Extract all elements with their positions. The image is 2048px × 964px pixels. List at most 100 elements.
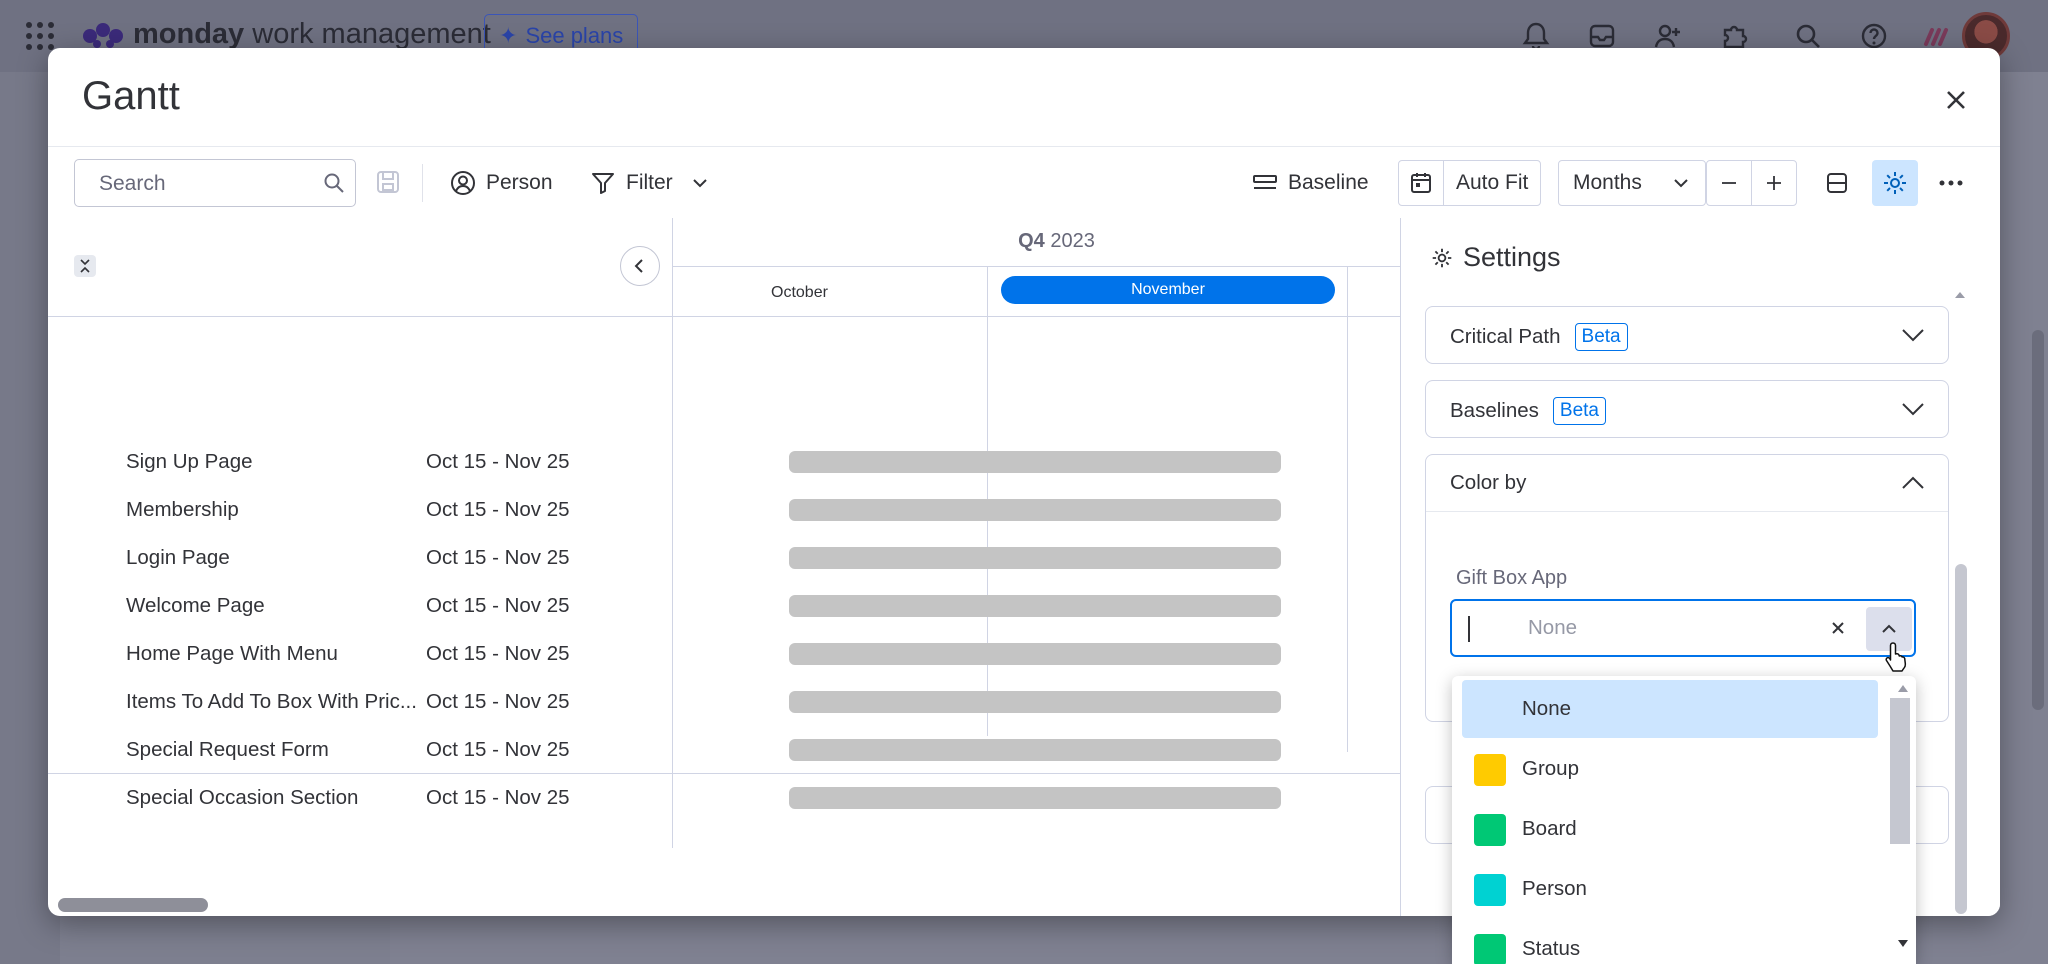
person-filter-button[interactable]: Person <box>442 160 561 206</box>
zoom-in-button[interactable] <box>1751 160 1797 206</box>
split-view-icon <box>1827 173 1847 193</box>
task-row[interactable]: Login Page Oct 15 - Nov 25 <box>126 540 672 576</box>
auto-fit-button[interactable]: Auto Fit <box>1443 160 1542 206</box>
clear-icon[interactable] <box>1826 616 1850 640</box>
filter-button[interactable]: Filter <box>582 160 719 206</box>
task-row[interactable]: Membership Oct 15 - Nov 25 <box>126 492 672 528</box>
settings-button[interactable] <box>1872 160 1918 206</box>
chevron-left-icon <box>634 259 643 273</box>
month-gridline <box>987 316 988 736</box>
baseline-icon <box>1253 175 1277 189</box>
task-bar[interactable] <box>789 739 1281 761</box>
chevron-up-icon[interactable] <box>1900 475 1926 491</box>
collapse-list-button[interactable] <box>620 246 660 286</box>
task-dates: Oct 15 - Nov 25 <box>426 690 570 713</box>
horizontal-scrollbar[interactable] <box>58 898 208 912</box>
filter-icon <box>592 173 614 194</box>
option-none[interactable]: None <box>1462 680 1878 738</box>
scroll-up-arrow-icon[interactable] <box>1896 682 1910 694</box>
task-bar[interactable] <box>789 451 1281 473</box>
collapse-icon <box>80 259 90 273</box>
color-swatch <box>1474 934 1506 964</box>
task-row[interactable]: Special Request Form Oct 15 - Nov 25 <box>126 732 672 768</box>
more-options-button[interactable] <box>1928 160 1974 206</box>
task-row[interactable]: Welcome Page Oct 15 - Nov 25 <box>126 588 672 624</box>
timescale-select[interactable]: Months <box>1558 160 1706 206</box>
collapse-all-button[interactable] <box>74 255 96 277</box>
sparkle-icon: ✦ <box>499 23 518 48</box>
board-name-label: Gift Box App <box>1456 567 1568 589</box>
month-separator <box>1347 266 1348 316</box>
critical-path-accordion[interactable]: Critical Path Beta <box>1425 306 1949 364</box>
task-name: Home Page With Menu <box>126 642 338 665</box>
chevron-down-icon <box>1902 403 1924 416</box>
task-name: Membership <box>126 498 239 521</box>
chevron-down-icon <box>1902 329 1924 342</box>
month-separator <box>987 266 988 316</box>
task-bar[interactable] <box>789 595 1281 617</box>
baselines-accordion[interactable]: Baselines Beta <box>1425 380 1949 438</box>
task-dates: Oct 15 - Nov 25 <box>426 642 570 665</box>
color-by-select[interactable]: None <box>1450 599 1916 657</box>
save-view-icon[interactable] <box>376 170 400 194</box>
search-input[interactable] <box>99 170 309 198</box>
chevron-down-icon <box>692 179 707 188</box>
current-month-pill: November <box>1001 276 1335 304</box>
gantt-timeline: Q4 2023 October November <box>673 218 1400 809</box>
task-row[interactable]: Sign Up Page Oct 15 - Nov 25 <box>126 444 672 480</box>
chevron-down-icon <box>1674 179 1688 188</box>
task-list-pane: Sign Up Page Oct 15 - Nov 25 Membership Oc… <box>48 218 1408 822</box>
color-swatch <box>1474 754 1506 786</box>
month-header-divider <box>673 266 1400 267</box>
chevron-up-icon <box>1882 624 1896 633</box>
task-dates: Oct 15 - Nov 25 <box>426 546 570 569</box>
color-swatch <box>1474 874 1506 906</box>
apps-grid-icon[interactable] <box>26 22 54 50</box>
close-icon[interactable] <box>1936 80 1976 120</box>
settings-scrollbar-thumb[interactable] <box>1955 564 1967 914</box>
brand-name: monday work management <box>133 18 491 50</box>
option-board[interactable]: Board <box>1462 800 1878 858</box>
layout-toggle-button[interactable] <box>1814 160 1860 206</box>
option-group[interactable]: Group <box>1462 740 1878 798</box>
monday-logo-icon <box>83 23 123 48</box>
search-icon <box>324 173 344 193</box>
month-label: October <box>771 284 828 301</box>
beta-badge: Beta <box>1552 397 1606 425</box>
task-bar[interactable] <box>789 787 1281 809</box>
month-gridline <box>1347 316 1348 752</box>
gear-icon <box>1432 248 1452 267</box>
task-row[interactable]: Special Occasion Section Oct 15 - Nov 25 <box>126 780 672 816</box>
task-row[interactable]: Items To Add To Box With Pric... Oct 15 -… <box>126 684 672 720</box>
task-dates: Oct 15 - Nov 25 <box>426 786 570 809</box>
hand-cursor-icon <box>1885 642 1907 672</box>
task-name: Special Occasion Section <box>126 786 359 809</box>
task-dates: Oct 15 - Nov 25 <box>426 498 570 521</box>
color-by-dropdown: None Group Board Person Status <box>1452 676 1916 964</box>
modal-title: Gantt <box>82 74 180 118</box>
today-button[interactable] <box>1398 160 1444 206</box>
option-person[interactable]: Person <box>1462 860 1878 918</box>
task-name: Special Request Form <box>126 738 329 761</box>
option-status[interactable]: Status <box>1462 920 1878 964</box>
page-scrollbar[interactable] <box>2032 330 2044 710</box>
task-name: Sign Up Page <box>126 450 253 473</box>
task-bar[interactable] <box>789 499 1281 521</box>
task-dates: Oct 15 - Nov 25 <box>426 450 570 473</box>
zoom-out-button[interactable] <box>1706 160 1752 206</box>
task-name: Login Page <box>126 546 230 569</box>
task-row[interactable]: Home Page With Menu Oct 15 - Nov 25 <box>126 636 672 672</box>
search-box <box>74 159 356 207</box>
dropdown-scrollbar-thumb[interactable] <box>1890 698 1910 844</box>
scroll-up-arrow-icon[interactable] <box>1953 288 1967 302</box>
task-bar[interactable] <box>789 547 1281 569</box>
color-by-header[interactable]: Color by <box>1450 471 1526 495</box>
plus-icon <box>1767 176 1781 190</box>
scroll-down-arrow-icon[interactable] <box>1896 938 1910 950</box>
text-caret <box>1468 616 1470 642</box>
task-bar[interactable] <box>789 691 1281 713</box>
baseline-button[interactable]: Baseline <box>1244 160 1377 206</box>
more-dots-icon <box>1939 180 1963 186</box>
task-bar[interactable] <box>789 643 1281 665</box>
task-name: Welcome Page <box>126 594 265 617</box>
